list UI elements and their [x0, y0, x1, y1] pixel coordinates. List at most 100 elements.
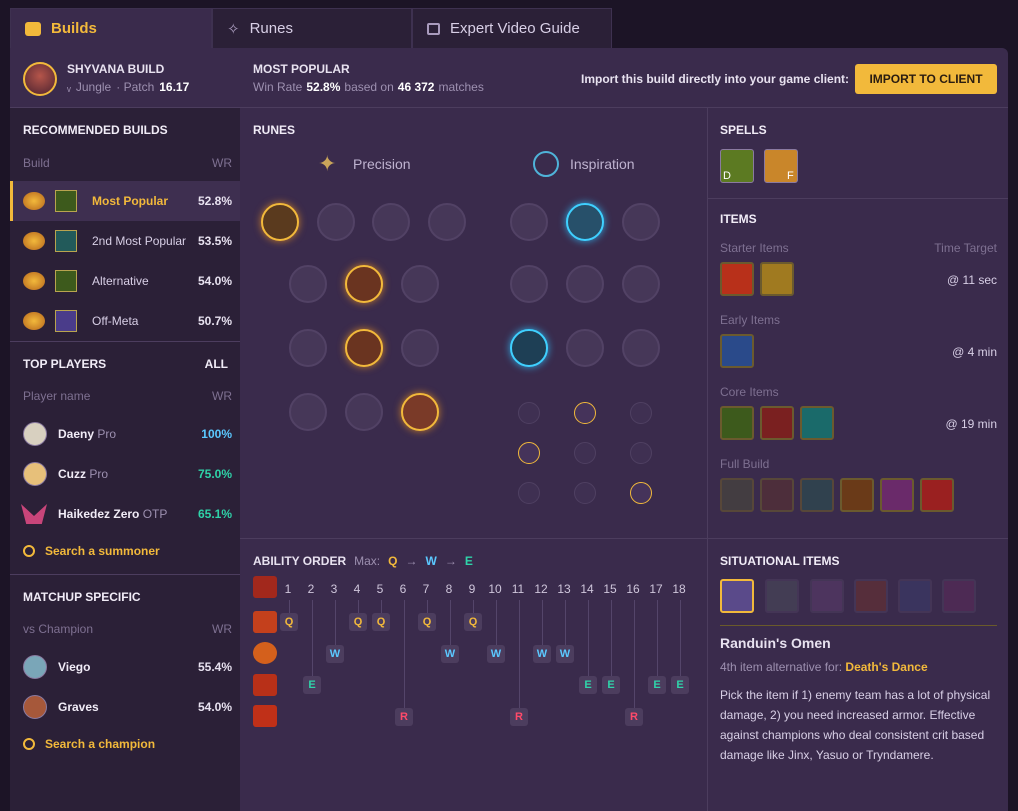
legend-rune-icon[interactable] — [345, 329, 383, 367]
triumph-rune-icon[interactable] — [345, 265, 383, 303]
item-icon[interactable] — [810, 579, 844, 613]
passive-icon — [253, 576, 277, 598]
shard-icon[interactable] — [574, 442, 596, 464]
player-row[interactable]: Daeny Pro 100% — [10, 414, 240, 454]
rune-icon[interactable] — [622, 329, 660, 367]
rune-icon[interactable] — [566, 329, 604, 367]
matchup-row[interactable]: Viego 55.4% — [10, 647, 240, 687]
ability-level-marker: Q — [464, 613, 482, 631]
item-icon[interactable] — [760, 406, 794, 440]
item-icon[interactable] — [720, 406, 754, 440]
popular-title: MOST POPULAR — [253, 62, 350, 76]
builds-icon — [25, 21, 41, 36]
ability-level-marker: W — [556, 645, 574, 663]
build-row-off-meta[interactable]: Off-Meta 50.7% — [10, 301, 240, 341]
item-icon[interactable] — [942, 579, 976, 613]
matchup-title: MATCHUP SPECIFIC — [23, 590, 141, 604]
rune-icon[interactable] — [401, 265, 439, 303]
conqueror-rune-icon[interactable] — [261, 203, 299, 241]
rune-icon[interactable] — [510, 203, 548, 241]
level-guide-line — [565, 600, 566, 645]
attack-speed-shard-icon[interactable] — [574, 402, 596, 424]
rune-icon[interactable] — [622, 203, 660, 241]
full-build-label: Full Build — [720, 457, 770, 471]
magical-footwear-rune-icon[interactable] — [566, 203, 604, 241]
tab-runes[interactable]: ✧ Runes — [212, 8, 412, 48]
player-wr: 100% — [201, 427, 232, 441]
build-row-2nd[interactable]: 2nd Most Popular 53.5% — [10, 221, 240, 261]
item-icon[interactable] — [720, 478, 754, 512]
matchup-row[interactable]: Graves 54.0% — [10, 687, 240, 727]
flash-spell-icon[interactable]: F — [764, 149, 798, 183]
ability-level-marker: Q — [418, 613, 436, 631]
build-row-most-popular[interactable]: Most Popular 52.8% — [10, 181, 240, 221]
max-q: Q — [388, 554, 398, 568]
health-shard-icon[interactable] — [630, 482, 652, 504]
item-icon[interactable] — [765, 579, 799, 613]
winrate-line: Win Rate 52.8% based on 46 372 matches — [253, 80, 484, 94]
ability-level-marker: E — [303, 676, 321, 694]
rune-icon[interactable] — [566, 265, 604, 303]
item-icon[interactable] — [920, 478, 954, 512]
build-label: 2nd Most Popular — [92, 234, 187, 248]
rune-icon[interactable] — [345, 393, 383, 431]
build-label: Most Popular — [92, 194, 169, 208]
rune-icon[interactable] — [289, 393, 327, 431]
item-icon[interactable] — [760, 478, 794, 512]
rune-icon[interactable] — [622, 265, 660, 303]
player-row[interactable]: Haikedez Zero OTP 65.1% — [10, 494, 240, 534]
keystone-rune-icon[interactable] — [372, 203, 410, 241]
item-icon[interactable] — [800, 478, 834, 512]
keystone-rune-icon[interactable] — [317, 203, 355, 241]
ability-level-marker: R — [510, 708, 528, 726]
alt-item-link[interactable]: Death's Dance — [845, 660, 927, 674]
item-icon[interactable] — [840, 478, 874, 512]
tab-video-guide[interactable]: Expert Video Guide — [412, 8, 612, 48]
search-champion-link[interactable]: Search a champion — [23, 737, 155, 751]
item-icon[interactable] — [880, 478, 914, 512]
last-stand-rune-icon[interactable] — [401, 393, 439, 431]
rune-icon[interactable] — [289, 329, 327, 367]
adaptive-shard-icon[interactable] — [518, 442, 540, 464]
alt-line: 4th item alternative for: Death's Dance — [720, 660, 928, 674]
level-number: 1 — [284, 582, 292, 596]
shard-icon[interactable] — [574, 482, 596, 504]
patch-label: · Patch — [116, 80, 155, 94]
build-row-alternative[interactable]: Alternative 54.0% — [10, 261, 240, 301]
top-players-all-link[interactable]: ALL — [205, 357, 228, 371]
rune-icon[interactable] — [401, 329, 439, 367]
smite-spell-icon[interactable]: D — [720, 149, 754, 183]
shard-icon[interactable] — [518, 482, 540, 504]
shard-icon[interactable] — [518, 402, 540, 424]
max-w: W — [425, 554, 437, 568]
col-build: Build — [23, 156, 50, 170]
build-label: Alternative — [92, 274, 149, 288]
early-items-label: Early Items — [720, 313, 781, 327]
search-summoner-link[interactable]: Search a summoner — [23, 544, 160, 558]
randuins-omen-icon[interactable] — [720, 579, 754, 613]
rune-icon[interactable] — [289, 265, 327, 303]
player-row[interactable]: Cuzz Pro 75.0% — [10, 454, 240, 494]
cosmic-insight-rune-icon[interactable] — [510, 329, 548, 367]
level-number: 8 — [445, 582, 453, 596]
ability-level-marker: W — [533, 645, 551, 663]
item-icon[interactable] — [760, 262, 794, 296]
item-icon[interactable] — [800, 406, 834, 440]
shard-icon[interactable] — [630, 402, 652, 424]
rune-icon[interactable] — [510, 265, 548, 303]
item-icon[interactable] — [854, 579, 888, 613]
item-icon — [55, 270, 77, 292]
import-text: Import this build directly into your gam… — [581, 72, 850, 86]
starter-items-label: Starter Items — [720, 241, 789, 255]
item-icon[interactable] — [898, 579, 932, 613]
shard-icon[interactable] — [630, 442, 652, 464]
item-icon[interactable] — [720, 334, 754, 368]
tab-builds[interactable]: Builds — [10, 8, 212, 48]
item-icon[interactable] — [720, 262, 754, 296]
level-guide-line — [289, 600, 290, 613]
level-number: 16 — [626, 582, 640, 596]
col-wr: WR — [212, 156, 232, 170]
level-number: 15 — [603, 582, 617, 596]
keystone-rune-icon[interactable] — [428, 203, 466, 241]
import-button[interactable]: IMPORT TO CLIENT — [855, 64, 997, 94]
